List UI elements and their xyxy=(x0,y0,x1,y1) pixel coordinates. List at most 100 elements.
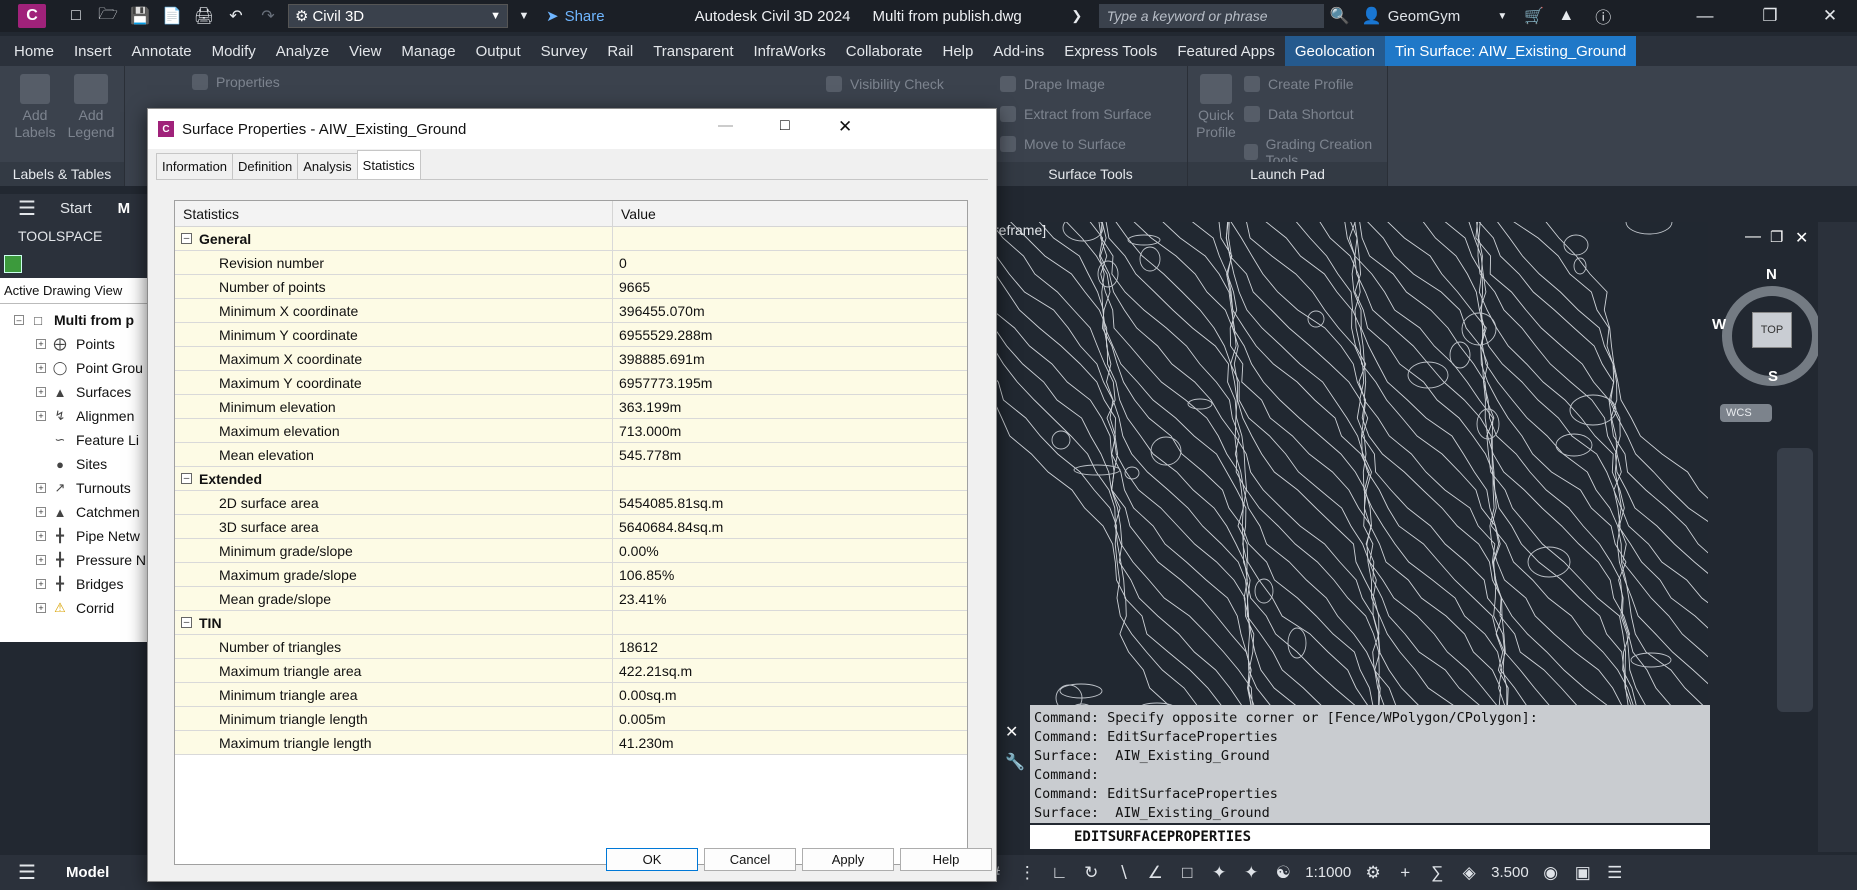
app-store-icon[interactable]: ▲ xyxy=(1555,6,1577,26)
isodraft-icon[interactable]: ∖ xyxy=(1110,860,1136,886)
tree-item[interactable]: ● Sites xyxy=(0,452,148,476)
section-row[interactable]: – Extended xyxy=(175,467,967,491)
add-legend-button[interactable]: Add Legend xyxy=(66,74,116,141)
expand-icon[interactable]: + xyxy=(36,603,46,613)
object-snap-tracking-icon[interactable]: ∠ xyxy=(1142,860,1168,886)
ribbon-tab-output[interactable]: Output xyxy=(466,36,531,66)
minimize-icon[interactable]: — xyxy=(1680,0,1730,32)
table-row[interactable]: Minimum triangle area 0.00sq.m xyxy=(175,683,967,707)
dialog-maximize-icon[interactable]: □ xyxy=(780,117,790,135)
restore-icon[interactable]: ❐ xyxy=(1745,0,1795,32)
expand-icon[interactable]: + xyxy=(36,507,46,517)
save-as-icon[interactable]: 📄 xyxy=(161,6,183,26)
create-profile-button[interactable]: Create Profile xyxy=(1244,76,1354,92)
hamburger-icon[interactable]: ☰ xyxy=(18,196,36,221)
redo-icon[interactable]: ↷ xyxy=(257,6,279,26)
dialog-close-icon[interactable]: ✕ xyxy=(838,117,852,137)
viewport-close-icon[interactable]: ✕ xyxy=(1795,228,1808,248)
table-row[interactable]: Maximum triangle area 422.21sq.m xyxy=(175,659,967,683)
customize-status-icon[interactable]: ☰ xyxy=(1602,860,1628,886)
lineweight-icon[interactable]: ◈ xyxy=(1456,860,1482,886)
tree-item[interactable]: + ╋ Pressure N xyxy=(0,548,148,572)
col-value-header[interactable]: Value xyxy=(613,201,967,226)
tree-item[interactable]: + ↗ Turnouts xyxy=(0,476,148,500)
workspace-select[interactable]: ⚙ Civil 3D ▼ xyxy=(288,4,508,28)
tree-item[interactable]: + ╋ Pipe Netw xyxy=(0,524,148,548)
start-tab[interactable]: Start xyxy=(60,200,92,217)
undo-icon[interactable]: ↶ xyxy=(225,6,247,26)
tree-item[interactable]: + ▲ Surfaces xyxy=(0,380,148,404)
table-row[interactable]: Maximum grade/slope 106.85% xyxy=(175,563,967,587)
save-icon[interactable]: 💾 xyxy=(129,6,151,26)
expand-icon[interactable]: + xyxy=(36,387,46,397)
search-input[interactable]: Type a keyword or phrase xyxy=(1098,4,1324,28)
section-row[interactable]: – TIN xyxy=(175,611,967,635)
geo-tag-icon[interactable]: ◉ xyxy=(1538,860,1564,886)
table-row[interactable]: Minimum grade/slope 0.00% xyxy=(175,539,967,563)
ribbon-tab-modify[interactable]: Modify xyxy=(202,36,266,66)
table-row[interactable]: Number of triangles 18612 xyxy=(175,635,967,659)
quick-profile-button[interactable]: Quick Profile xyxy=(1194,74,1238,141)
collapse-icon[interactable]: – xyxy=(181,617,192,628)
table-row[interactable]: Minimum elevation 363.199m xyxy=(175,395,967,419)
annotation-scale-value[interactable]: 1:1000 xyxy=(1305,864,1351,881)
tree-item[interactable]: + ↯ Alignmen xyxy=(0,404,148,428)
collapse-icon[interactable]: – xyxy=(14,315,24,325)
ok-button[interactable]: OK xyxy=(606,848,698,871)
print-icon[interactable]: 🖨 xyxy=(193,6,215,26)
share-button[interactable]: ➤ Share xyxy=(546,7,605,26)
visibility-check-button[interactable]: Visibility Check xyxy=(826,76,944,92)
model-tab[interactable]: Model xyxy=(66,864,109,881)
ribbon-tab-view[interactable]: View xyxy=(339,36,391,66)
ribbon-tab-add-ins[interactable]: Add-ins xyxy=(983,36,1054,66)
view-cube-top-face[interactable]: TOP xyxy=(1752,312,1792,348)
ribbon-tab-help[interactable]: Help xyxy=(932,36,983,66)
drape-image-button[interactable]: Drape Image xyxy=(1000,76,1105,92)
table-row[interactable]: Number of points 9665 xyxy=(175,275,967,299)
table-row[interactable]: Minimum triangle length 0.005m xyxy=(175,707,967,731)
ribbon-tab-rail[interactable]: Rail xyxy=(597,36,643,66)
active-drawing-view-select[interactable]: Active Drawing View xyxy=(0,278,148,304)
ribbon-tab-collaborate[interactable]: Collaborate xyxy=(836,36,933,66)
units-icon[interactable]: ∑ xyxy=(1424,860,1450,886)
dialog-minimize-icon[interactable]: — xyxy=(718,117,733,134)
command-settings-icon[interactable]: 🔧 xyxy=(1005,752,1025,772)
object-snap-icon[interactable]: □ xyxy=(1174,860,1200,886)
polar-icon[interactable]: ↻ xyxy=(1078,860,1104,886)
prospector-icon[interactable] xyxy=(4,255,22,273)
tree-item[interactable]: + ╋ Bridges xyxy=(0,572,148,596)
chevron-right-icon[interactable]: ❯ xyxy=(1066,6,1088,26)
annotation-visibility-icon[interactable]: ✦ xyxy=(1206,860,1232,886)
app-logo[interactable]: C xyxy=(18,4,46,28)
help-icon[interactable]: ⓘ xyxy=(1592,6,1614,27)
geolocation-icon[interactable]: ▣ xyxy=(1570,860,1596,886)
expand-icon[interactable]: + xyxy=(36,531,46,541)
layout-menu-icon[interactable]: ☰ xyxy=(18,860,36,885)
command-close-icon[interactable]: ✕ xyxy=(1005,722,1018,742)
table-row[interactable]: Maximum Y coordinate 6957773.195m xyxy=(175,371,967,395)
customize-qa-icon[interactable]: ▼ xyxy=(513,6,535,26)
drawing-viewport[interactable]: reframe] xyxy=(994,222,1708,770)
viewport-minimize-icon[interactable]: — xyxy=(1745,228,1761,246)
add-labels-button[interactable]: Add Labels xyxy=(14,74,56,141)
table-row[interactable]: Minimum Y coordinate 6955529.288m xyxy=(175,323,967,347)
table-row[interactable]: Revision number 0 xyxy=(175,251,967,275)
section-row[interactable]: – General xyxy=(175,227,967,251)
ribbon-tab-manage[interactable]: Manage xyxy=(391,36,465,66)
table-row[interactable]: 2D surface area 5454085.81sq.m xyxy=(175,491,967,515)
expand-icon[interactable]: + xyxy=(36,483,46,493)
tree-item[interactable]: + ⨁ Points xyxy=(0,332,148,356)
user-icon[interactable]: 👤 xyxy=(1361,6,1383,26)
col-statistics-header[interactable]: Statistics xyxy=(175,201,613,226)
table-row[interactable]: Maximum elevation 713.000m xyxy=(175,419,967,443)
new-file-icon[interactable]: □ xyxy=(65,6,87,26)
wcs-menu[interactable]: WCS xyxy=(1720,404,1772,422)
ribbon-tab-infraworks[interactable]: InfraWorks xyxy=(744,36,836,66)
open-folder-icon[interactable]: 🗁 xyxy=(97,6,119,26)
annotation-scale-icon[interactable]: ☯ xyxy=(1270,860,1296,886)
auto-scale-icon[interactable]: ✦ xyxy=(1238,860,1264,886)
table-row[interactable]: 3D surface area 5640684.84sq.m xyxy=(175,515,967,539)
extract-from-surface-button[interactable]: Extract from Surface xyxy=(1000,106,1152,122)
ribbon-tab-home[interactable]: Home xyxy=(4,36,64,66)
apply-button[interactable]: Apply xyxy=(802,848,894,871)
